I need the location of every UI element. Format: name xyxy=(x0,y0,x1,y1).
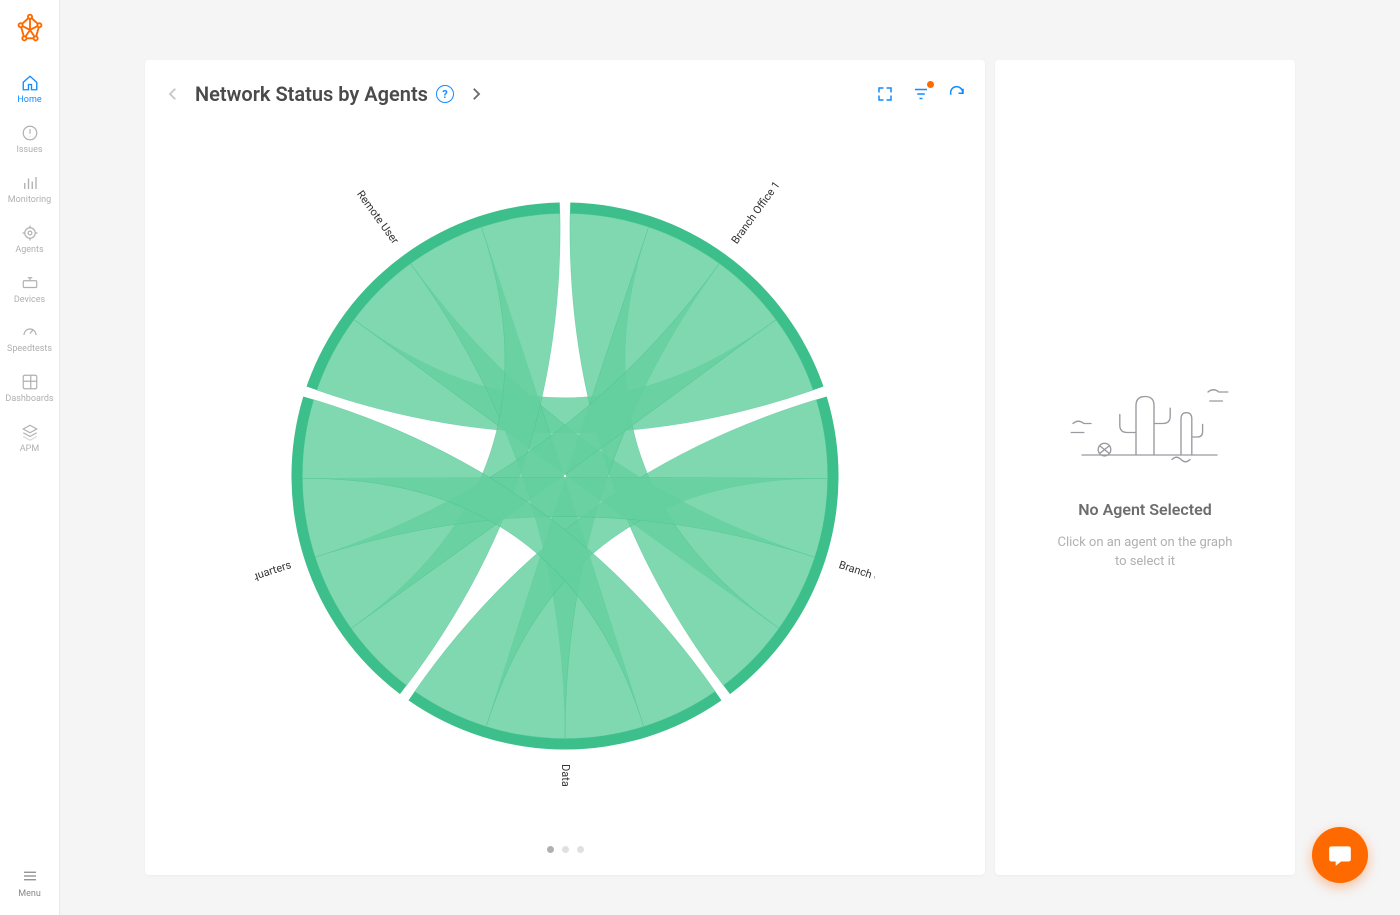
dot-2[interactable] xyxy=(562,846,569,853)
bars-icon xyxy=(21,174,39,192)
card-header: Network Status by Agents ? xyxy=(163,82,967,106)
sidebar-item-label: Speedtests xyxy=(7,345,52,355)
alert-icon xyxy=(21,124,39,142)
header-actions xyxy=(875,84,967,104)
gauge-icon xyxy=(21,323,39,341)
sidebar-item-apm[interactable]: APM xyxy=(0,413,60,463)
empty-subtitle: Click on an agent on the graph to select… xyxy=(1055,533,1235,572)
empty-state-illustration xyxy=(1055,364,1235,474)
page-title: Network Status by Agents ? xyxy=(195,82,454,106)
help-icon[interactable]: ? xyxy=(436,85,454,103)
sidebar-item-home[interactable]: Home xyxy=(0,64,60,114)
device-icon xyxy=(21,274,39,292)
filter-button[interactable] xyxy=(911,84,931,104)
grid-icon xyxy=(21,373,39,391)
dot-1[interactable] xyxy=(547,846,554,853)
detail-card: No Agent Selected Click on an agent on t… xyxy=(995,60,1295,875)
home-icon xyxy=(21,74,39,92)
empty-title: No Agent Selected xyxy=(1078,500,1212,519)
sidebar-item-label: Dashboards xyxy=(5,395,53,405)
expand-button[interactable] xyxy=(875,84,895,104)
chart-card: Network Status by Agents ? xyxy=(145,60,985,875)
dot-3[interactable] xyxy=(577,846,584,853)
chord-label: Remote User xyxy=(354,188,402,247)
main-area: Network Status by Agents ? xyxy=(60,0,1400,915)
sidebar-item-dashboards[interactable]: Dashboards xyxy=(0,363,60,413)
sidebar-item-speedtests[interactable]: Speedtests xyxy=(0,313,60,363)
sidebar-item-label: Agents xyxy=(15,246,43,256)
brand-logo xyxy=(14,12,46,44)
chat-fab[interactable] xyxy=(1312,827,1368,883)
chord-label: Branch Office 2 xyxy=(837,558,875,593)
sidebar-item-label: Monitoring xyxy=(8,196,51,206)
chord-chart[interactable]: Remote User Branch Office 1 Branch Office … xyxy=(163,106,967,846)
target-icon xyxy=(21,224,39,242)
sidebar: Home Issues Monitoring Agents Devices Sp… xyxy=(0,0,60,915)
menu-label: Menu xyxy=(18,889,41,899)
prev-button[interactable] xyxy=(163,84,183,104)
sidebar-item-label: Issues xyxy=(16,146,42,156)
sidebar-item-label: Home xyxy=(17,96,41,106)
sidebar-item-agents[interactable]: Agents xyxy=(0,214,60,264)
sidebar-item-label: Devices xyxy=(14,296,45,306)
sidebar-item-monitoring[interactable]: Monitoring xyxy=(0,164,60,214)
chord-label: Branch Office 1 xyxy=(729,179,783,247)
menu-button[interactable]: Menu xyxy=(18,867,41,899)
refresh-button[interactable] xyxy=(947,84,967,104)
layers-icon xyxy=(21,423,39,441)
sidebar-item-issues[interactable]: Issues xyxy=(0,114,60,164)
title-text: Network Status by Agents xyxy=(195,82,428,106)
chord-label: Data Center xyxy=(559,764,572,786)
filter-badge-icon xyxy=(927,81,934,88)
chord-label: Headquarters xyxy=(255,558,293,591)
sidebar-item-label: APM xyxy=(20,445,39,455)
next-button[interactable] xyxy=(466,84,486,104)
sidebar-item-devices[interactable]: Devices xyxy=(0,264,60,314)
pagination-dots xyxy=(163,846,967,857)
